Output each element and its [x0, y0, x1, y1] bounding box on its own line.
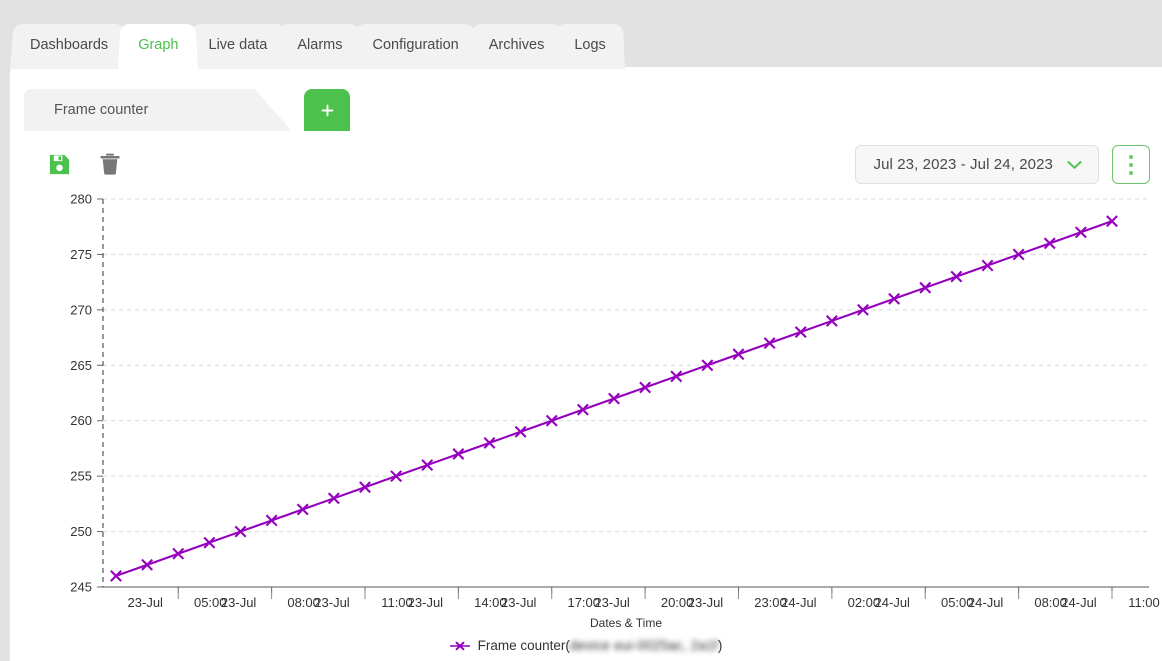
- x-axis-tick-label: 23-Jul14:00: [408, 595, 507, 610]
- tab-graph[interactable]: Graph: [118, 21, 198, 68]
- series-data-point[interactable]: [547, 416, 557, 426]
- main-tab-strip: Dashboards Graph Live data Alarms Configurat…: [0, 0, 1162, 68]
- graph-sub-tabs: Frame counter: [24, 89, 350, 131]
- series-data-point[interactable]: [298, 504, 308, 514]
- tab-logs[interactable]: Logs: [554, 21, 625, 68]
- series-data-point[interactable]: [733, 349, 743, 359]
- y-axis-tick-label: 270: [70, 302, 92, 317]
- legend-redacted-id: device eui-0025ac, 2a1f: [570, 638, 718, 653]
- series-data-point[interactable]: [484, 438, 494, 448]
- tab-label: Live data: [209, 37, 268, 53]
- save-button[interactable]: [48, 153, 71, 176]
- chart-container: 24525025526026527027528023-Jul05:0023-Ju…: [10, 187, 1162, 661]
- x-axis-tick-label: 24-Jul11:00: [1061, 595, 1160, 610]
- x-axis-title: Dates & Time: [590, 616, 662, 630]
- legend-prefix: Frame counter(: [478, 638, 570, 653]
- series-data-point[interactable]: [671, 371, 681, 381]
- x-axis-tick-label: 24-Jul02:00: [781, 595, 880, 610]
- series-data-point[interactable]: [889, 294, 899, 304]
- y-axis-tick-label: 245: [70, 580, 92, 595]
- tab-label: Graph: [138, 37, 178, 53]
- x-axis-tick-label: 23-Jul11:00: [314, 595, 413, 610]
- graph-options-menu-button[interactable]: [1112, 145, 1150, 184]
- tab-alarms[interactable]: Alarms: [277, 21, 362, 68]
- series-data-point[interactable]: [764, 338, 774, 348]
- trash-icon: [97, 151, 123, 177]
- chevron-down-icon: [1067, 160, 1082, 170]
- series-data-point[interactable]: [982, 260, 992, 270]
- series-data-point[interactable]: [235, 526, 245, 536]
- chart-legend: Frame counter(device eui-0025ac, 2a1f): [10, 638, 1162, 653]
- tab-dashboards[interactable]: Dashboards: [10, 21, 128, 68]
- y-axis-tick-label: 250: [70, 524, 92, 539]
- tab-archives[interactable]: Archives: [469, 21, 565, 68]
- series-data-point[interactable]: [920, 282, 930, 292]
- series-data-point[interactable]: [329, 493, 339, 503]
- y-axis-tick-label: 275: [70, 247, 92, 262]
- tab-label: Dashboards: [30, 37, 108, 53]
- legend-suffix: ): [718, 638, 723, 653]
- kebab-dot: [1129, 163, 1133, 167]
- series-data-point[interactable]: [1013, 249, 1023, 259]
- x-axis-tick-label: 23-Jul08:00: [221, 595, 320, 610]
- tab-label: Alarms: [297, 37, 342, 53]
- tab-configuration[interactable]: Configuration: [352, 21, 478, 68]
- series-data-point[interactable]: [609, 393, 619, 403]
- series-data-point[interactable]: [173, 549, 183, 559]
- x-axis-tick-label: 23-Jul17:00: [501, 595, 600, 610]
- series-data-point[interactable]: [1076, 227, 1086, 237]
- tab-label: Configuration: [372, 37, 458, 53]
- series-data-point[interactable]: [1107, 216, 1117, 226]
- main-tabs: Dashboards Graph Live data Alarms Configurat…: [10, 21, 616, 68]
- x-axis-tick-label: 23-Jul23:00: [688, 595, 787, 610]
- add-graph-tab-button[interactable]: [304, 89, 350, 131]
- tab-label: Archives: [489, 37, 545, 53]
- series-data-point[interactable]: [515, 427, 525, 437]
- series-data-point[interactable]: [578, 404, 588, 414]
- y-axis-tick-label: 265: [70, 358, 92, 373]
- legend-label: Frame counter(device eui-0025ac, 2a1f): [478, 638, 723, 653]
- y-axis-tick-label: 280: [70, 192, 92, 207]
- legend-marker-icon: [450, 639, 470, 653]
- kebab-dot: [1129, 171, 1133, 175]
- content-panel: Frame counter Jul 23, 2023: [10, 67, 1162, 661]
- series-data-point[interactable]: [827, 316, 837, 326]
- series-data-point[interactable]: [640, 382, 650, 392]
- delete-button[interactable]: [97, 151, 123, 177]
- tab-live-data[interactable]: Live data: [189, 21, 288, 68]
- series-data-point[interactable]: [1045, 238, 1055, 248]
- series-data-point[interactable]: [360, 482, 370, 492]
- x-axis-tick-label: 24-Jul05:00: [875, 595, 974, 610]
- plus-icon: [321, 104, 334, 117]
- series-data-point[interactable]: [453, 449, 463, 459]
- y-axis-tick-label: 255: [70, 469, 92, 484]
- sub-tab-frame-counter[interactable]: Frame counter: [24, 89, 292, 131]
- x-axis-tick-label: 23-Jul20:00: [594, 595, 693, 610]
- sub-tab-label: Frame counter: [24, 102, 148, 118]
- tab-label: Logs: [574, 37, 605, 53]
- series-data-point[interactable]: [951, 271, 961, 281]
- kebab-dot: [1129, 155, 1133, 159]
- series-data-point[interactable]: [266, 515, 276, 525]
- series-data-point[interactable]: [796, 327, 806, 337]
- save-floppy-icon: [48, 153, 71, 176]
- x-axis-tick-label: 23-Jul05:00: [128, 595, 227, 610]
- x-axis-tick-label: 24-Jul08:00: [968, 595, 1067, 610]
- series-data-point[interactable]: [111, 571, 121, 581]
- y-axis-tick-label: 260: [70, 413, 92, 428]
- series-data-point[interactable]: [142, 560, 152, 570]
- series-data-point[interactable]: [204, 537, 214, 547]
- frame-counter-line-chart[interactable]: 24525025526026527027528023-Jul05:0023-Ju…: [10, 187, 1162, 661]
- date-range-picker[interactable]: Jul 23, 2023 - Jul 24, 2023: [855, 145, 1100, 184]
- date-range-value: Jul 23, 2023 - Jul 24, 2023: [874, 156, 1054, 173]
- series-data-point[interactable]: [422, 460, 432, 470]
